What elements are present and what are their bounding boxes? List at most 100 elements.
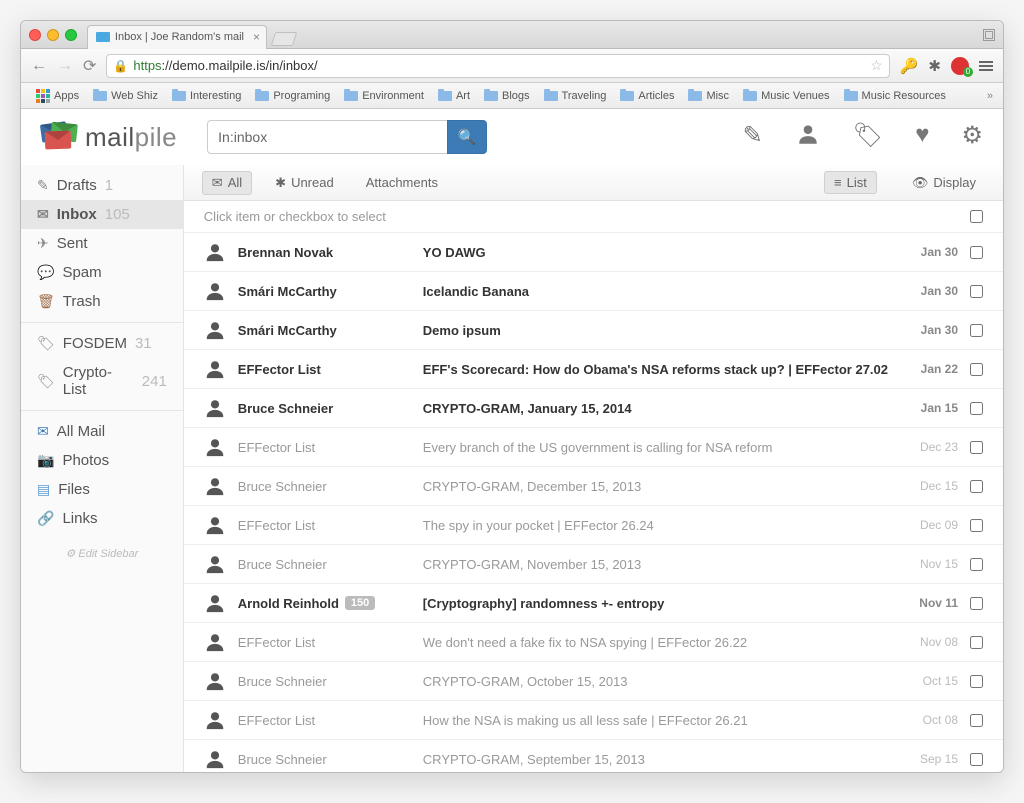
message-row[interactable]: EFFector ListWe don't need a fake fix to… [184, 623, 1003, 662]
message-checkbox[interactable] [970, 558, 983, 571]
sidebar-item-drafts[interactable]: ✎Drafts 1 [21, 171, 183, 200]
bookmark-folder[interactable]: Music Resources [839, 88, 951, 104]
bookmark-folder[interactable]: Music Venues [738, 88, 834, 104]
message-row[interactable]: EFFector ListHow the NSA is making us al… [184, 701, 1003, 740]
forward-button: → [57, 57, 73, 75]
sidebar-item-links[interactable]: 🔗Links [21, 504, 183, 533]
sidebar-item-fosdem[interactable]: 🏷FOSDEM 31 [21, 329, 183, 358]
message-row[interactable]: Bruce SchneierCRYPTO-GRAM, October 15, 2… [184, 662, 1003, 701]
message-subject: We don't need a fake fix to NSA spying |… [423, 635, 888, 650]
bookmark-folder[interactable]: Misc [683, 88, 734, 104]
message-checkbox[interactable] [970, 714, 983, 727]
message-checkbox[interactable] [970, 285, 983, 298]
person-icon [204, 241, 226, 263]
sidebar-item-label: Spam [62, 264, 101, 281]
drafts-icon: ✎ [37, 177, 49, 194]
address-bar[interactable]: 🔒 https://demo.mailpile.is/in/inbox/ ☆ [106, 54, 889, 78]
message-row[interactable]: Brennan NovakYO DAWGJan 30 [184, 233, 1003, 272]
extension-key-icon[interactable]: 🔑 [900, 57, 919, 75]
folder-icon [438, 91, 452, 101]
message-date: Oct 08 [898, 713, 958, 727]
contacts-button[interactable] [795, 121, 821, 154]
person-icon [204, 670, 226, 692]
sidebar-item-all-mail[interactable]: ✉All Mail [21, 417, 183, 446]
message-row[interactable]: Bruce SchneierCRYPTO-GRAM, January 15, 2… [184, 389, 1003, 428]
filter-all-button[interactable]: ✉ All [202, 171, 252, 195]
compose-button[interactable]: ✎ [743, 121, 763, 154]
message-checkbox[interactable] [970, 324, 983, 337]
app-logo[interactable]: mailpile [41, 122, 177, 153]
extension-adblock-icon[interactable] [951, 57, 969, 75]
tab-close-icon[interactable]: × [253, 30, 260, 44]
bookmarks-overflow-icon[interactable]: » [987, 90, 993, 102]
message-row[interactable]: EFFector ListEvery branch of the US gove… [184, 428, 1003, 467]
bookmark-folder[interactable]: Art [433, 88, 475, 104]
browser-menu-button[interactable] [979, 61, 993, 71]
message-row[interactable]: Arnold Reinhold150[Cryptography] randomn… [184, 584, 1003, 623]
window-controls [29, 29, 77, 41]
message-checkbox[interactable] [970, 636, 983, 649]
view-display-button[interactable]: 👁 Display [903, 171, 985, 194]
bookmark-apps[interactable]: Apps [31, 87, 84, 105]
sidebar-item-photos[interactable]: 📷Photos [21, 446, 183, 475]
bookmark-folder[interactable]: Web Shiz [88, 88, 163, 104]
close-window-icon[interactable] [29, 29, 41, 41]
person-icon [204, 592, 226, 614]
filter-attachments-button[interactable]: Attachments [357, 172, 447, 193]
minimize-window-icon[interactable] [47, 29, 59, 41]
message-checkbox[interactable] [970, 753, 983, 766]
filter-unread-button[interactable]: ✱ Unread [266, 172, 343, 194]
message-checkbox[interactable] [970, 246, 983, 259]
bookmark-star-icon[interactable]: ☆ [870, 57, 883, 74]
sidebar-item-spam[interactable]: 💬Spam [21, 258, 183, 287]
search-button[interactable]: 🔍 [447, 120, 487, 154]
bookmark-folder[interactable]: Traveling [539, 88, 612, 104]
sidebar-item-crypto-list[interactable]: 🏷Crypto-List 241 [21, 358, 183, 404]
message-checkbox[interactable] [970, 402, 983, 415]
message-checkbox[interactable] [970, 519, 983, 532]
view-list-button[interactable]: ≡ List [824, 171, 877, 194]
sidebar-item-sent[interactable]: ✈Sent [21, 229, 183, 258]
message-checkbox[interactable] [970, 441, 983, 454]
message-date: Sep 15 [898, 752, 958, 766]
back-button[interactable]: ← [31, 57, 47, 75]
search-input[interactable] [207, 120, 447, 154]
browser-tab[interactable]: Inbox | Joe Random's mail × [87, 25, 267, 49]
person-icon [204, 280, 226, 302]
person-icon [204, 514, 226, 536]
message-row[interactable]: Bruce SchneierCRYPTO-GRAM, December 15, … [184, 467, 1003, 506]
sidebar-item-trash[interactable]: 🗑Trash [21, 287, 183, 316]
message-subject: CRYPTO-GRAM, January 15, 2014 [423, 401, 888, 416]
expand-window-icon[interactable] [983, 29, 995, 41]
message-row[interactable]: Bruce SchneierCRYPTO-GRAM, September 15,… [184, 740, 1003, 772]
message-row[interactable]: Smári McCarthyIcelandic BananaJan 30 [184, 272, 1003, 311]
message-checkbox[interactable] [970, 480, 983, 493]
bookmark-folder[interactable]: Blogs [479, 88, 535, 104]
message-checkbox[interactable] [970, 675, 983, 688]
message-row[interactable]: EFFector ListEFF's Scorecard: How do Oba… [184, 350, 1003, 389]
message-checkbox[interactable] [970, 597, 983, 610]
edit-sidebar-link[interactable]: ⚙ Edit Sidebar [21, 539, 183, 568]
zoom-window-icon[interactable] [65, 29, 77, 41]
message-row[interactable]: Bruce SchneierCRYPTO-GRAM, November 15, … [184, 545, 1003, 584]
message-row[interactable]: Smári McCarthyDemo ipsumJan 30 [184, 311, 1003, 350]
tags-button[interactable]: 🏷 [853, 121, 883, 154]
sidebar-item-inbox[interactable]: ✉Inbox 105 [21, 200, 183, 229]
logo-mark-icon [41, 123, 79, 151]
bookmark-folder[interactable]: Articles [615, 88, 679, 104]
settings-button[interactable]: ⚙ [961, 121, 983, 154]
bookmark-folder[interactable]: Environment [339, 88, 429, 104]
new-tab-button[interactable] [271, 32, 298, 46]
bookmark-folder[interactable]: Programing [250, 88, 335, 104]
message-checkbox[interactable] [970, 363, 983, 376]
message-row[interactable]: EFFector ListThe spy in your pocket | EF… [184, 506, 1003, 545]
all mail-icon: ✉ [37, 423, 49, 440]
reload-button[interactable]: ⟳ [83, 56, 96, 76]
bookmark-folder[interactable]: Interesting [167, 88, 246, 104]
message-list[interactable]: Brennan NovakYO DAWGJan 30Smári McCarthy… [184, 233, 1003, 772]
favorites-button[interactable]: ♥ [915, 121, 929, 154]
folder-icon [93, 91, 107, 101]
select-all-checkbox[interactable] [970, 210, 983, 223]
sidebar-item-files[interactable]: ▤Files [21, 475, 183, 504]
extension-evernote-icon[interactable]: ✱ [928, 57, 941, 75]
